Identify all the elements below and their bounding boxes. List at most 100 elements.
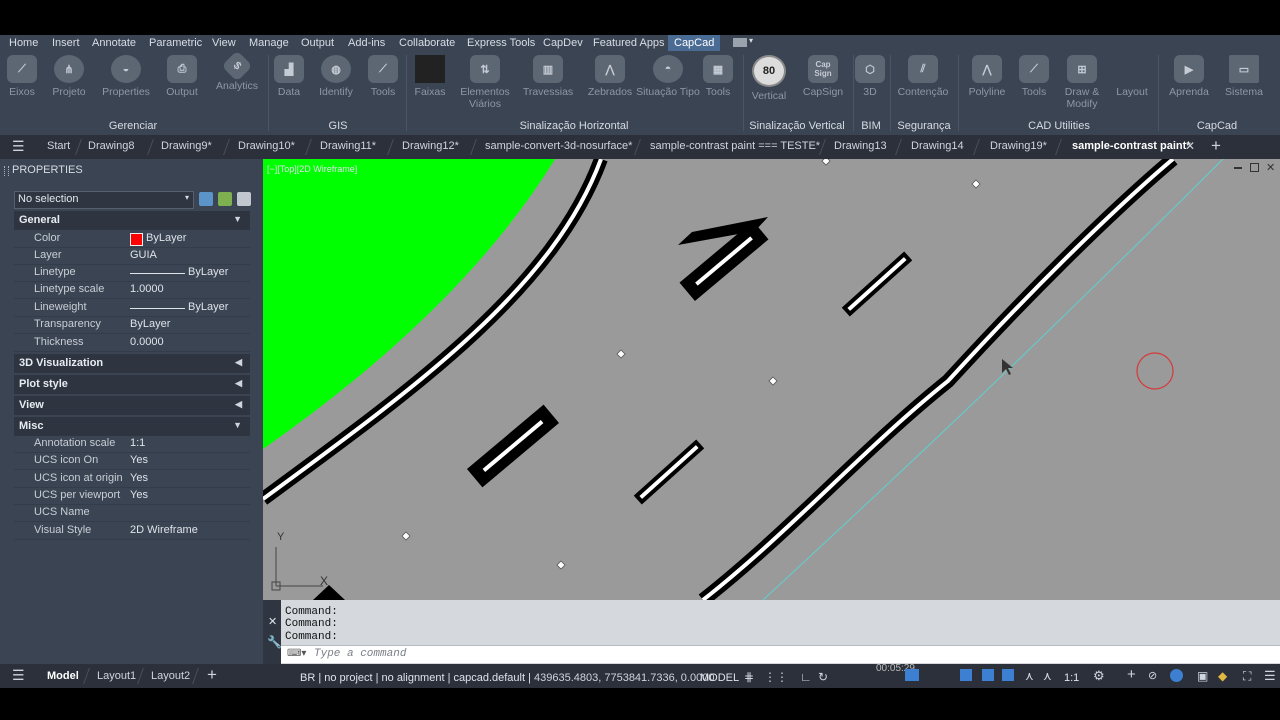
polar-icon[interactable]: ↻ <box>818 670 828 684</box>
tab-express-tools[interactable]: Express Tools <box>467 37 535 49</box>
application-menu-icon[interactable]: ☰ <box>12 138 25 155</box>
section-3d-visualization[interactable]: 3D Visualization ◀ <box>14 354 250 373</box>
tab-view[interactable]: View <box>212 37 236 49</box>
tab-home[interactable]: Home <box>9 37 38 49</box>
layout-tab-model[interactable]: Model <box>47 670 79 682</box>
prop-row-color[interactable]: Color ByLayer <box>14 230 250 248</box>
customize-wrench-icon[interactable]: 🔧 <box>267 635 282 649</box>
prop-row-ucs-name[interactable]: UCS Name <box>14 504 250 522</box>
ribbon-zebrados-button[interactable]: ⋀ Zebrados <box>578 55 642 98</box>
doc-tab-sample-convert[interactable]: sample-convert-3d-nosurface* <box>485 140 632 152</box>
close-command-icon[interactable]: ✕ <box>268 615 277 628</box>
doc-tab-drawing12[interactable]: Drawing12* <box>402 140 459 152</box>
quick-properties-icon[interactable] <box>1170 669 1183 682</box>
coordinates-display[interactable]: 439635.4803, 7753841.7336, 0.0000 <box>534 672 714 684</box>
prop-row-lineweight[interactable]: Lineweight ByLayer <box>14 299 250 317</box>
properties-grip-icon[interactable] <box>4 166 9 176</box>
ribbon-properties-button[interactable]: ◒ Properties <box>94 55 158 98</box>
snap-icon[interactable]: ⋮⋮ <box>764 670 788 684</box>
tab-featured-apps[interactable]: Featured Apps <box>593 37 665 49</box>
doc-tab-sample-contrast-teste[interactable]: sample-contrast paint === TESTE* <box>650 140 820 152</box>
layout-menu-icon[interactable]: ☰ <box>12 667 25 684</box>
restore-viewport-icon[interactable] <box>1250 163 1259 172</box>
prop-row-ucs-icon-origin[interactable]: UCS icon at origin Yes <box>14 470 250 488</box>
section-misc[interactable]: Misc ▼ <box>14 417 250 436</box>
ribbon-contencao-button[interactable]: ⫽ Contenção <box>891 55 955 98</box>
ribbon-toggle-icon[interactable] <box>733 38 747 47</box>
tab-output[interactable]: Output <box>301 37 334 49</box>
tab-capcad[interactable]: CapCad <box>668 35 721 51</box>
selection-dropdown[interactable]: No selection ▾ <box>14 191 194 209</box>
workspace-gear-icon[interactable]: ⚙ <box>1093 668 1105 684</box>
tab-capdev[interactable]: CapDev <box>543 37 583 49</box>
viewport-controls-label[interactable]: [−][Top][2D Wireframe] <box>267 164 357 174</box>
section-general[interactable]: General ▼ <box>14 211 250 230</box>
ribbon-travessias-button[interactable]: ▥ Travessias <box>516 55 580 98</box>
ortho-icon[interactable]: ∟ <box>800 670 812 684</box>
tab-insert[interactable]: Insert <box>52 37 80 49</box>
command-prompt-icon[interactable]: ⌨▾ <box>287 648 306 659</box>
doc-tab-sample-contrast-active[interactable]: sample-contrast paint* <box>1072 140 1191 152</box>
annotation-scale-display[interactable]: 1:1 <box>1064 672 1079 684</box>
doc-tab-drawing13[interactable]: Drawing13 <box>834 140 887 152</box>
autoscale-icon[interactable]: ⋏ <box>1043 669 1052 683</box>
doc-tab-drawing14[interactable]: Drawing14 <box>911 140 964 152</box>
ribbon-projeto-button[interactable]: ⋔ Projeto <box>37 55 101 98</box>
mouse-cursor-icon <box>1002 359 1013 375</box>
layout-tab-layout2[interactable]: Layout2 <box>151 670 190 682</box>
ribbon-sistema-button[interactable]: ▭ Sistema <box>1212 55 1276 98</box>
clean-screen-icon[interactable]: ⛶ <box>1243 669 1251 684</box>
tab-collaborate[interactable]: Collaborate <box>399 37 455 49</box>
prop-row-ucs-per-viewport[interactable]: UCS per viewport Yes <box>14 487 250 505</box>
prop-row-visual-style[interactable]: Visual Style 2D Wireframe <box>14 522 250 540</box>
quick-select-icon[interactable] <box>237 192 251 206</box>
prop-row-thickness[interactable]: Thickness 0.0000 <box>14 334 250 352</box>
doc-tab-drawing19[interactable]: Drawing19* <box>990 140 1047 152</box>
tab-parametric[interactable]: Parametric <box>149 37 202 49</box>
model-space-button[interactable]: MODEL <box>700 672 739 684</box>
osnap-icon[interactable] <box>905 669 919 681</box>
doc-tab-drawing11[interactable]: Drawing11* <box>320 140 376 152</box>
doc-tab-drawing8[interactable]: Drawing8 <box>88 140 134 152</box>
transparency-icon[interactable] <box>982 669 994 681</box>
new-layout-icon[interactable]: + <box>207 665 217 685</box>
close-viewport-icon[interactable]: ✕ <box>1266 161 1275 174</box>
units-icon[interactable]: ⊘ <box>1148 669 1157 682</box>
command-grip[interactable] <box>263 600 281 664</box>
drawing-viewport[interactable]: [−][Top][2D Wireframe] Y X ✕ <box>263 159 1280 600</box>
command-history-line: Command: <box>285 618 338 630</box>
ribbon-layout-button[interactable]: Layout <box>1100 55 1164 98</box>
layout-tab-layout1[interactable]: Layout1 <box>97 670 136 682</box>
prop-row-layer[interactable]: Layer GUIA <box>14 247 250 265</box>
grid-icon[interactable]: ⋕ <box>744 670 754 684</box>
prop-row-linetype-scale[interactable]: Linetype scale 1.0000 <box>14 281 250 299</box>
tab-manage[interactable]: Manage <box>249 37 289 49</box>
prop-row-annotation-scale[interactable]: Annotation scale 1:1 <box>14 435 250 453</box>
ribbon-elementos-viarios-button[interactable]: ⇅ Elementos Viários <box>453 55 517 110</box>
doc-tab-drawing9[interactable]: Drawing9* <box>161 140 212 152</box>
drawing-canvas[interactable] <box>263 159 1280 600</box>
select-objects-icon[interactable] <box>218 192 232 206</box>
doc-tab-start[interactable]: Start <box>47 140 70 152</box>
isolate-objects-icon[interactable]: ◆ <box>1218 669 1227 683</box>
selection-cycling-icon[interactable] <box>1002 669 1014 681</box>
doc-tab-drawing10[interactable]: Drawing10* <box>238 140 295 152</box>
prop-row-transparency[interactable]: Transparency ByLayer <box>14 316 250 334</box>
annotation-visibility-icon[interactable]: ⋏ <box>1025 669 1034 683</box>
section-view[interactable]: View ◀ <box>14 396 250 415</box>
section-plot-style[interactable]: Plot style ◀ <box>14 375 250 394</box>
new-tab-icon[interactable]: + <box>1211 136 1221 156</box>
minimize-viewport-icon[interactable] <box>1234 167 1242 169</box>
tab-add-ins[interactable]: Add-ins <box>348 37 385 49</box>
prop-row-linetype[interactable]: Linetype ByLayer <box>14 264 250 282</box>
prop-row-ucs-icon-on[interactable]: UCS icon On Yes <box>14 452 250 470</box>
tab-annotate[interactable]: Annotate <box>92 37 136 49</box>
customize-status-icon[interactable]: ☰ <box>1264 668 1276 684</box>
chevron-down-icon[interactable]: ▾ <box>749 36 753 45</box>
lock-ui-icon[interactable]: ▣ <box>1197 669 1208 683</box>
lineweight-icon[interactable] <box>960 669 972 681</box>
toggle-pickadd-icon[interactable] <box>199 192 213 206</box>
annotation-monitor-icon[interactable]: + <box>1127 666 1136 683</box>
close-tab-icon[interactable]: ✕ <box>1185 139 1195 153</box>
command-input[interactable]: Type a command <box>314 648 406 660</box>
